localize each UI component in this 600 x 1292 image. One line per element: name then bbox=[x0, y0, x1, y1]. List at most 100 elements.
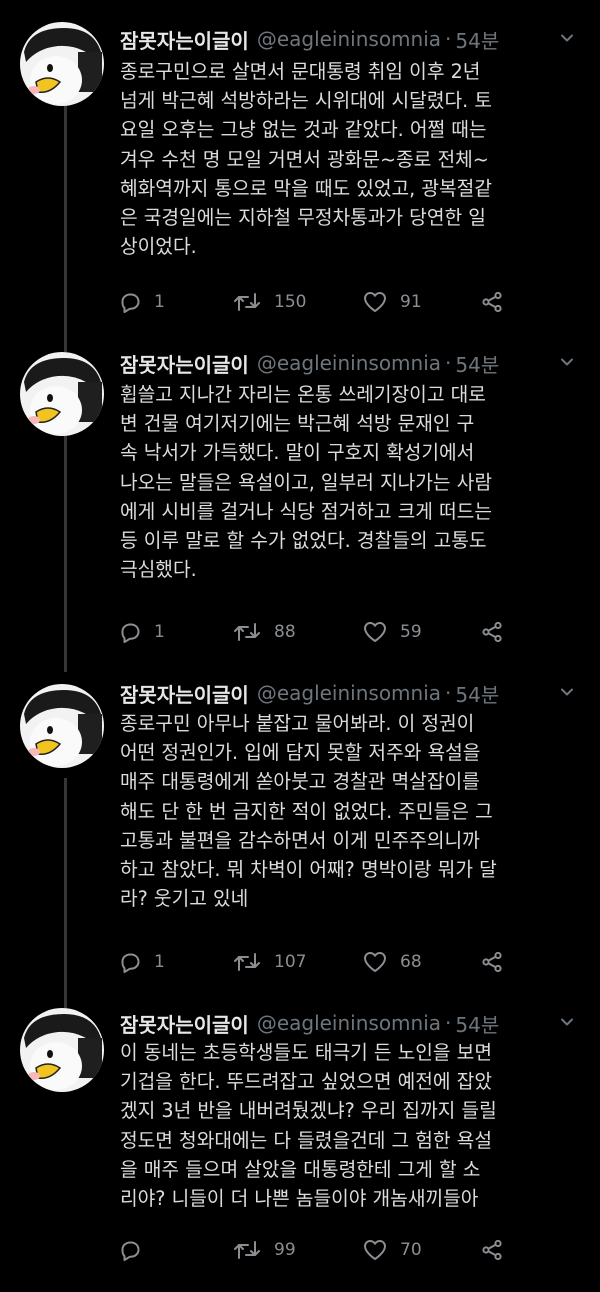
tweet-text-line: 이 동네는 초등학생들도 태극기 든 노인을 보면 bbox=[120, 1041, 492, 1064]
tweet-text: 이 동네는 초등학생들도 태극기 든 노인을 보면 기겁을 한다. 뚜드려잡고 … bbox=[120, 1038, 582, 1213]
separator: · bbox=[445, 681, 452, 705]
share-button[interactable] bbox=[480, 948, 504, 976]
action-bar: 1 150 91 bbox=[118, 288, 518, 316]
tweet-text-line: 종로구민 아무나 붙잡고 물어봐라. 이 정권이 bbox=[120, 712, 475, 735]
retweet-count: 150 bbox=[274, 292, 307, 312]
handle[interactable]: @eagleininsomnia bbox=[257, 681, 441, 705]
like-count: 59 bbox=[400, 622, 422, 642]
tweet-header: 잠못자는이글이 @eagleininsomnia · 54분 bbox=[120, 24, 590, 54]
retweet-button[interactable]: 88 bbox=[232, 618, 296, 646]
avatar[interactable] bbox=[20, 22, 104, 106]
retweet-icon bbox=[232, 1238, 262, 1262]
tweet-text: 종로구민으로 살면서 문대통령 취임 이후 2년 넘게 박근혜 석방하라는 시위… bbox=[120, 57, 582, 261]
tweet-text-line: 기겁을 한다. 뚜드려잡고 싶었으면 예전에 잡았 bbox=[120, 1070, 492, 1094]
like-button[interactable]: 59 bbox=[362, 618, 422, 646]
separator: · bbox=[445, 1011, 452, 1035]
retweet-icon bbox=[232, 950, 262, 974]
reply-button[interactable]: 1 bbox=[118, 288, 165, 316]
share-icon bbox=[480, 620, 504, 644]
tweet[interactable]: 잠못자는이글이 @eagleininsomnia · 54분 종로구민 아무나 … bbox=[0, 672, 600, 992]
share-button[interactable] bbox=[480, 288, 504, 316]
retweet-button[interactable]: 150 bbox=[232, 288, 306, 316]
reply-icon bbox=[118, 950, 142, 974]
avatar[interactable] bbox=[20, 1008, 104, 1092]
tweet-text-line: 에게 시비를 걸거나 식당 점거하고 크게 떠드는 bbox=[120, 499, 492, 523]
reply-count: 1 bbox=[154, 292, 165, 312]
tweet-text-line: 혜화역까지 통으로 막을 때도 있었고, 광복절같 bbox=[120, 176, 492, 200]
tweet-text-line: 극심했다. bbox=[120, 558, 197, 582]
chevron-down-icon[interactable] bbox=[558, 1012, 576, 1030]
like-count: 68 bbox=[400, 952, 422, 972]
tweet-text-line: 상이었다. bbox=[120, 235, 197, 259]
like-count: 91 bbox=[400, 292, 422, 312]
avatar[interactable] bbox=[20, 684, 104, 768]
tweet-text-line: 종로구민으로 살면서 문대통령 취임 이후 2년 bbox=[120, 60, 481, 83]
action-bar: 1 88 59 bbox=[118, 618, 518, 646]
tweet-header: 잠못자는이글이 @eagleininsomnia · 54분 bbox=[120, 678, 590, 708]
handle[interactable]: @eagleininsomnia bbox=[257, 351, 441, 375]
display-name[interactable]: 잠못자는이글이 bbox=[120, 25, 249, 54]
share-icon bbox=[480, 950, 504, 974]
separator: · bbox=[445, 351, 452, 375]
retweet-button[interactable]: 99 bbox=[232, 1236, 296, 1264]
tweet-header: 잠못자는이글이 @eagleininsomnia · 54분 bbox=[120, 1008, 590, 1038]
heart-icon bbox=[362, 290, 388, 314]
timestamp[interactable]: 54분 bbox=[455, 25, 499, 54]
tweet-text-line: 요일 오후는 그냥 없는 것과 같았다. 어쩔 때는 bbox=[120, 118, 487, 142]
reply-button[interactable]: 1 bbox=[118, 948, 165, 976]
reply-icon bbox=[118, 290, 142, 314]
reply-count: 1 bbox=[154, 952, 165, 972]
tweet-header: 잠못자는이글이 @eagleininsomnia · 54분 bbox=[120, 348, 590, 378]
like-button[interactable]: 91 bbox=[362, 288, 422, 316]
action-bar: 99 70 bbox=[118, 1236, 518, 1264]
action-bar: 1 107 68 bbox=[118, 948, 518, 976]
tweet-text-line: 매주 대통령에게 쏟아붓고 경찰관 멱살잡이를 bbox=[120, 770, 480, 794]
like-button[interactable]: 70 bbox=[362, 1236, 422, 1264]
tweet-text-line: 변 건물 여기저기에는 박근혜 석방 문재인 구 bbox=[120, 412, 475, 436]
separator: · bbox=[445, 27, 452, 51]
tweet-text-line: 라? 웃기고 있네 bbox=[120, 887, 249, 911]
tweet-text-line: 휩쓸고 지나간 자리는 온통 쓰레기장이고 대로 bbox=[120, 383, 486, 406]
tweet-text-line: 하고 참았다. 뭐 차벽이 어째? 명박이랑 뭐가 달 bbox=[120, 858, 497, 882]
display-name[interactable]: 잠못자는이글이 bbox=[120, 679, 249, 708]
handle[interactable]: @eagleininsomnia bbox=[257, 1011, 441, 1035]
retweet-icon bbox=[232, 290, 262, 314]
thread-line bbox=[64, 106, 67, 330]
retweet-count: 107 bbox=[274, 952, 307, 972]
tweet-text-line: 고통과 불편을 감수하면서 이게 민주주의니까 bbox=[120, 828, 480, 852]
tweet-text-line: 나오는 말들은 욕설이고, 일부러 지나가는 사람 bbox=[120, 470, 492, 494]
heart-icon bbox=[362, 950, 388, 974]
tweet[interactable]: 잠못자는이글이 @eagleininsomnia · 54분 휩쓸고 지나간 자… bbox=[0, 300, 600, 672]
reply-icon bbox=[118, 1238, 142, 1262]
handle[interactable]: @eagleininsomnia bbox=[257, 27, 441, 51]
timestamp[interactable]: 54분 bbox=[455, 1009, 499, 1038]
chevron-down-icon[interactable] bbox=[558, 682, 576, 700]
tweet-text-line: 겨우 수천 명 모일 거면서 광화문~종로 전체~ bbox=[120, 147, 489, 171]
thread-line bbox=[64, 778, 67, 992]
retweet-button[interactable]: 107 bbox=[232, 948, 306, 976]
chevron-down-icon[interactable] bbox=[558, 352, 576, 370]
tweet-text-line: 정도면 청와대에는 다 들렸을건데 그 험한 욕설 bbox=[120, 1128, 492, 1152]
tweet[interactable]: 잠못자는이글이 @eagleininsomnia · 54분 종로구민으로 살면… bbox=[0, 0, 600, 330]
like-button[interactable]: 68 bbox=[362, 948, 422, 976]
display-name[interactable]: 잠못자는이글이 bbox=[120, 1009, 249, 1038]
share-icon bbox=[480, 1238, 504, 1262]
tweet-text-line: 어떤 정권인가. 입에 담지 못할 저주와 욕설을 bbox=[120, 741, 481, 765]
tweet-text-line: 등 이루 말로 할 수가 없었다. 경찰들의 고통도 bbox=[120, 529, 487, 553]
share-button[interactable] bbox=[480, 618, 504, 646]
share-button[interactable] bbox=[480, 1236, 504, 1264]
tweet-text-line: 겠지 3년 반을 내버려뒀겠냐? 우리 집까지 들릴 bbox=[120, 1099, 497, 1123]
reply-button[interactable]: 1 bbox=[118, 618, 165, 646]
display-name[interactable]: 잠못자는이글이 bbox=[120, 349, 249, 378]
tweet[interactable]: 잠못자는이글이 @eagleininsomnia · 54분 이 동네는 초등학… bbox=[0, 962, 600, 1292]
chevron-down-icon[interactable] bbox=[558, 28, 576, 46]
thread-line bbox=[64, 436, 67, 672]
timestamp[interactable]: 54분 bbox=[455, 679, 499, 708]
avatar[interactable] bbox=[20, 352, 104, 436]
timestamp[interactable]: 54분 bbox=[455, 349, 499, 378]
heart-icon bbox=[362, 620, 388, 644]
tweet-text-line: 은 국경일에는 지하철 무정차통과가 당연한 일 bbox=[120, 206, 486, 230]
reply-count: 1 bbox=[154, 622, 165, 642]
reply-button[interactable] bbox=[118, 1236, 154, 1264]
retweet-count: 88 bbox=[274, 622, 296, 642]
